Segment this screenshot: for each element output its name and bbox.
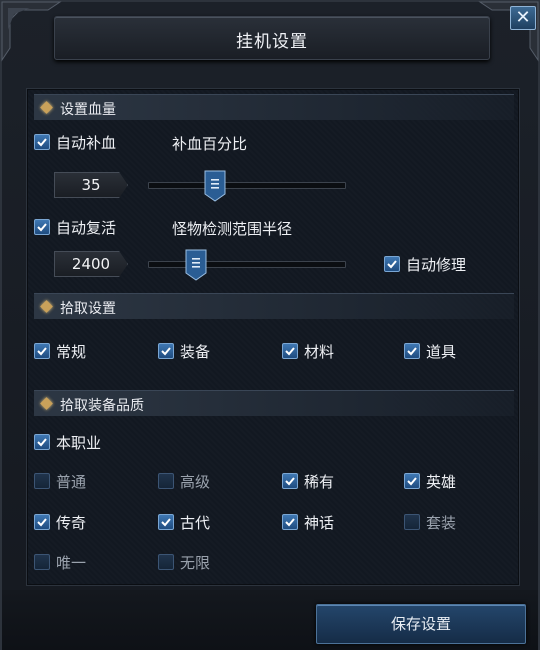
- checkbox-label: 自动复活: [56, 218, 117, 237]
- diamond-icon: [40, 397, 53, 410]
- option-checkbox[interactable]: 无限: [158, 552, 210, 572]
- slider-track: [148, 261, 346, 268]
- detect-radius-slider[interactable]: [148, 249, 346, 281]
- checkmark-icon: [282, 514, 298, 530]
- window-title: 挂机设置: [236, 32, 308, 52]
- checkmark-icon: [34, 514, 50, 530]
- empty-box-icon: [158, 554, 174, 570]
- section-label: 设置血量: [60, 102, 116, 118]
- checkbox-label: 装备: [180, 342, 211, 361]
- option-checkbox[interactable]: 古代: [158, 512, 210, 532]
- option-checkbox[interactable]: 高级: [158, 471, 210, 491]
- option-checkbox[interactable]: 英雄: [404, 471, 456, 491]
- empty-box-icon: [34, 554, 50, 570]
- checkbox-label: 古代: [180, 513, 211, 532]
- checkmark-icon: [158, 343, 174, 359]
- checkbox-label: 自动修理: [406, 255, 467, 274]
- checkbox-label: 套装: [426, 513, 457, 532]
- section-header-pickup: 拾取设置: [34, 293, 514, 319]
- auto-repair-checkbox[interactable]: 自动修理: [384, 254, 466, 274]
- slider-handle-icon[interactable]: [185, 249, 207, 281]
- section-label: 拾取设置: [60, 301, 116, 317]
- own-class-checkbox[interactable]: 本职业: [34, 432, 101, 452]
- checkbox-label: 神话: [304, 513, 335, 532]
- slider-track: [148, 182, 346, 189]
- checkmark-icon: [404, 473, 420, 489]
- empty-box-icon: [404, 514, 420, 530]
- checkbox-label: 唯一: [56, 553, 87, 572]
- heal-percent-input[interactable]: 35: [54, 172, 128, 198]
- settings-window: 挂机设置 ✕ 设置血量 自动补血 补血百分比 35 自动复活 怪物检测范围半径 …: [0, 0, 540, 650]
- heal-percent-slider[interactable]: [148, 170, 346, 202]
- close-icon: ✕: [515, 7, 531, 28]
- checkbox-label: 本职业: [56, 433, 102, 452]
- option-checkbox[interactable]: 唯一: [34, 552, 86, 572]
- option-checkbox[interactable]: 稀有: [282, 471, 334, 491]
- checkbox-label: 传奇: [56, 513, 87, 532]
- checkmark-icon: [34, 343, 50, 359]
- checkmark-icon: [34, 134, 50, 150]
- save-settings-button[interactable]: 保存设置: [316, 604, 526, 644]
- section-header-quality: 拾取装备品质: [34, 390, 514, 416]
- checkbox-label: 稀有: [304, 472, 335, 491]
- checkbox-label: 高级: [180, 472, 211, 491]
- diamond-icon: [40, 101, 53, 114]
- empty-box-icon: [34, 473, 50, 489]
- checkmark-icon: [404, 343, 420, 359]
- checkmark-icon: [282, 473, 298, 489]
- empty-box-icon: [158, 473, 174, 489]
- checkmark-icon: [158, 514, 174, 530]
- option-checkbox[interactable]: 套装: [404, 512, 456, 532]
- checkbox-label: 道具: [426, 342, 457, 361]
- checkmark-icon: [384, 256, 400, 272]
- checkmark-icon: [282, 343, 298, 359]
- heal-percent-label: 补血百分比: [172, 135, 248, 153]
- option-checkbox[interactable]: 装备: [158, 341, 210, 361]
- section-header-hp: 设置血量: [34, 94, 514, 120]
- auto-heal-checkbox[interactable]: 自动补血: [34, 132, 116, 152]
- checkbox-label: 普通: [56, 472, 87, 491]
- checkbox-label: 自动补血: [56, 133, 117, 152]
- option-checkbox[interactable]: 常规: [34, 341, 86, 361]
- section-label: 拾取装备品质: [60, 398, 144, 414]
- checkbox-label: 无限: [180, 553, 211, 572]
- title-bar: 挂机设置: [54, 16, 490, 60]
- detect-radius-label: 怪物检测范围半径: [172, 220, 293, 238]
- option-checkbox[interactable]: 道具: [404, 341, 456, 361]
- slider-handle-icon[interactable]: [204, 170, 226, 202]
- detect-radius-input[interactable]: 2400: [54, 251, 128, 277]
- checkbox-label: 材料: [304, 342, 335, 361]
- auto-revive-checkbox[interactable]: 自动复活: [34, 217, 116, 237]
- close-button[interactable]: ✕: [510, 6, 536, 30]
- option-checkbox[interactable]: 材料: [282, 341, 334, 361]
- option-checkbox[interactable]: 神话: [282, 512, 334, 532]
- checkmark-icon: [34, 219, 50, 235]
- diamond-icon: [40, 300, 53, 313]
- option-checkbox[interactable]: 普通: [34, 471, 86, 491]
- checkmark-icon: [34, 434, 50, 450]
- checkbox-label: 英雄: [426, 472, 457, 491]
- option-checkbox[interactable]: 传奇: [34, 512, 86, 532]
- checkbox-label: 常规: [56, 342, 87, 361]
